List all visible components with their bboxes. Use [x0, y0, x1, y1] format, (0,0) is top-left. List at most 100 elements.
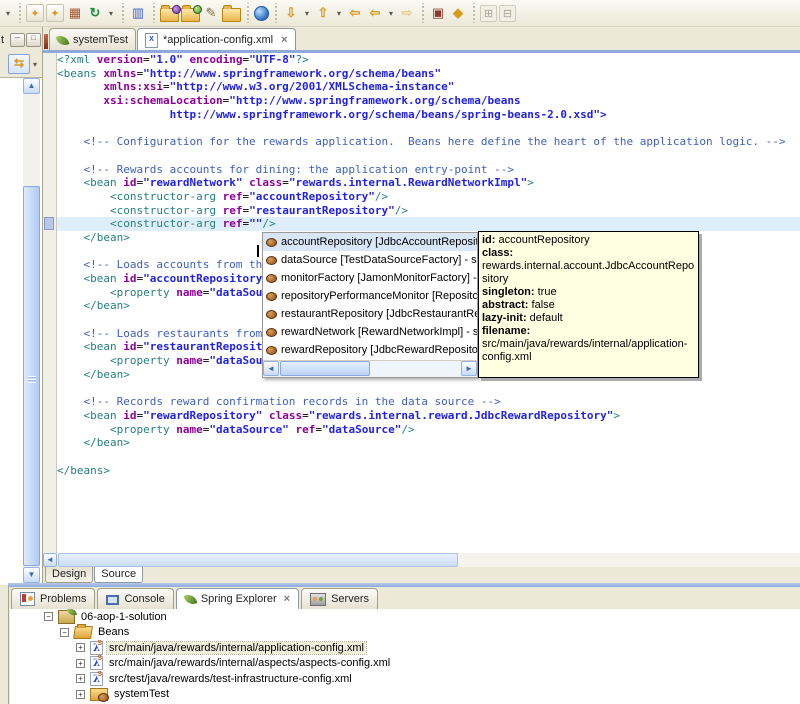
spring-explorer-tree[interactable]: − 06-aop-1-solution − Beans + src/main/java/r… — [10, 609, 800, 704]
view-tab-spring-explorer[interactable]: Spring Explorer × — [175, 588, 300, 609]
scrollbar-thumb[interactable] — [23, 186, 40, 566]
checkin-icon[interactable]: ▣ — [429, 4, 447, 22]
maximize-view-button[interactable]: □ — [26, 32, 41, 47]
completion-item[interactable]: rewardNetwork [RewardNetworkImpl] - src/… — [263, 323, 477, 341]
expand-icon[interactable]: + — [76, 643, 85, 653]
scrollbar-thumb[interactable] — [280, 361, 370, 376]
expand-icon[interactable]: + — [76, 689, 85, 699]
clipped-view-tab[interactable]: t ─ □ — [0, 29, 42, 50]
scroll-left-button[interactable]: ◄ — [263, 361, 279, 376]
collapse-all-icon[interactable]: ⊟ — [499, 4, 516, 22]
tree-row-label: systemTest — [114, 688, 170, 701]
view-tab-servers[interactable]: Servers — [301, 588, 378, 609]
expand-all-icon[interactable]: ⊞ — [480, 4, 497, 22]
scrollbar-thumb[interactable] — [58, 553, 458, 567]
editor-tab--application-config-xml[interactable]: X *application-config.xml × — [137, 28, 296, 51]
tree-row[interactable]: − 06-aop-1-solution — [10, 609, 800, 625]
refresh-menu-chevron-icon[interactable]: ▾ — [106, 4, 116, 22]
back-icon[interactable]: ⇦ — [366, 4, 384, 22]
editor-horizontal-scrollbar[interactable]: ◄ — [43, 553, 800, 567]
clipped-view-content: ▲ ▼ — [0, 77, 42, 585]
view-tab-label: Console — [124, 593, 165, 605]
code-line: <beans xmlns="http://www.springframework… — [57, 66, 442, 80]
completion-item[interactable]: monitorFactory [JamonMonitorFactory] - s… — [263, 269, 477, 287]
tooltip-field-abstract: abstract: false — [482, 299, 555, 311]
open-file-icon[interactable] — [160, 5, 181, 22]
new-package-icon[interactable]: ▦ — [66, 4, 84, 22]
code-line: http://www.springframework.org/schema/be… — [57, 107, 607, 121]
close-view-icon[interactable]: × — [284, 593, 290, 605]
link-with-editor-icon[interactable]: ⇆ — [8, 54, 30, 74]
web-browser-icon[interactable] — [254, 5, 269, 21]
copy-view-icon[interactable]: ▥ — [129, 4, 147, 22]
new-wizard-icon[interactable]: ✦ — [26, 4, 44, 22]
scroll-left-button[interactable]: ◄ — [43, 553, 57, 567]
scroll-right-button[interactable]: ► — [461, 361, 477, 376]
close-tab-icon[interactable]: × — [281, 34, 287, 46]
toolbar-separator — [470, 3, 477, 23]
beans-folder-icon — [73, 625, 93, 639]
tag-icon[interactable]: ◆ — [449, 4, 467, 22]
open-resource-icon[interactable] — [181, 5, 202, 22]
menu-overflow-chevron-icon[interactable]: ▾ — [3, 4, 13, 22]
tree-row[interactable]: − Beans — [10, 625, 800, 641]
current-line-ruler-marker — [44, 217, 54, 230]
eclipse-window: ▾ ✦ ✦ ▦ ↻ ▾ ▥ ✎ ⇩ ▾ ⇧ ▾ ⇦ ⇦ ▾ ⇨ ▣ ◆ ⊞ ⊟ t ─ □ ⇆ ▾ ▲ ▼ syste… — [0, 0, 800, 704]
editor-mode-tab-source[interactable]: Source — [94, 567, 144, 583]
open-folder-icon[interactable] — [222, 5, 241, 22]
tooltip-field-lazy-init: lazy-init: default — [482, 312, 563, 324]
completion-item[interactable]: repositoryPerformanceMonitor [Repository… — [263, 287, 477, 305]
text-cursor — [257, 245, 259, 257]
editor-mode-tab-design[interactable]: Design — [45, 567, 94, 583]
last-edit-location-icon[interactable]: ⇦ — [346, 4, 364, 22]
editor-ruler[interactable] — [43, 53, 57, 553]
expand-icon[interactable]: + — [76, 658, 85, 668]
import-icon[interactable]: ⇩ — [282, 4, 300, 22]
import-menu-chevron-icon[interactable]: ▾ — [302, 4, 312, 22]
view-tab-problems[interactable]: Problems — [11, 588, 96, 609]
forward-icon[interactable]: ⇨ — [398, 4, 416, 22]
collapse-icon[interactable]: − — [44, 612, 53, 622]
completion-item-label: rewardNetwork [RewardNetworkImpl] - src/… — [281, 326, 477, 338]
scroll-up-button[interactable]: ▲ — [23, 78, 40, 94]
tree-row[interactable]: + src/main/java/rewards/internal/aspects/… — [10, 655, 800, 672]
view-tab-label: Problems — [40, 593, 87, 605]
export-icon[interactable]: ⇧ — [314, 4, 332, 22]
bean-icon — [266, 327, 277, 337]
bean-icon — [266, 273, 277, 283]
edit-pen-icon[interactable]: ✎ — [202, 4, 220, 22]
completion-item-label: repositoryPerformanceMonitor [Repository… — [281, 290, 477, 302]
code-line: <constructor-arg ref="accountRepository"… — [109, 189, 389, 203]
refresh-icon[interactable]: ↻ — [86, 4, 104, 22]
view-menu-chevron-icon[interactable]: ▾ — [33, 60, 37, 69]
tree-row[interactable]: + src/test/java/rewards/test-infrastructu… — [10, 671, 800, 687]
vertical-scrollbar[interactable]: ▲ ▼ — [23, 78, 40, 583]
code-line: <constructor-arg ref=""/> — [57, 217, 800, 231]
export-menu-chevron-icon[interactable]: ▾ — [334, 4, 344, 22]
completion-item-label: rewardRepository [JdbcRewardRepository] … — [281, 344, 477, 356]
back-menu-chevron-icon[interactable]: ▾ — [386, 4, 396, 22]
completion-item[interactable]: restaurantRepository [JdbcRestaurantRepo… — [263, 305, 477, 323]
clipped-tab-fragment-icon — [44, 34, 48, 49]
minimize-view-button[interactable]: ─ — [10, 32, 25, 47]
expand-icon[interactable]: + — [76, 674, 85, 684]
completion-item[interactable]: accountRepository [JdbcAccountRepository… — [263, 233, 477, 251]
collapse-icon[interactable]: − — [60, 627, 69, 637]
popup-horizontal-scrollbar[interactable]: ◄ ► — [263, 360, 477, 377]
editor-tab-systemTest[interactable]: systemTest — [49, 28, 137, 51]
view-tab-console[interactable]: Console — [97, 588, 174, 609]
tree-row[interactable]: + systemTest — [10, 687, 800, 703]
spring-config-icon — [90, 640, 103, 655]
toolbar-separator — [16, 3, 23, 23]
completion-item[interactable]: dataSource [TestDataSourceFactory] - src… — [263, 251, 477, 269]
completion-item-label: dataSource [TestDataSourceFactory] - src… — [281, 254, 477, 266]
scroll-down-button[interactable]: ▼ — [23, 567, 40, 583]
code-line: <property name="dataSource" ref="dataSou… — [109, 422, 415, 436]
completion-item[interactable]: rewardRepository [JdbcRewardRepository] … — [263, 341, 477, 359]
spring-config-icon — [90, 671, 103, 686]
new-spring-project-icon[interactable]: ✦ — [46, 4, 64, 22]
tree-row[interactable]: + src/main/java/rewards/internal/applicat… — [10, 640, 800, 656]
